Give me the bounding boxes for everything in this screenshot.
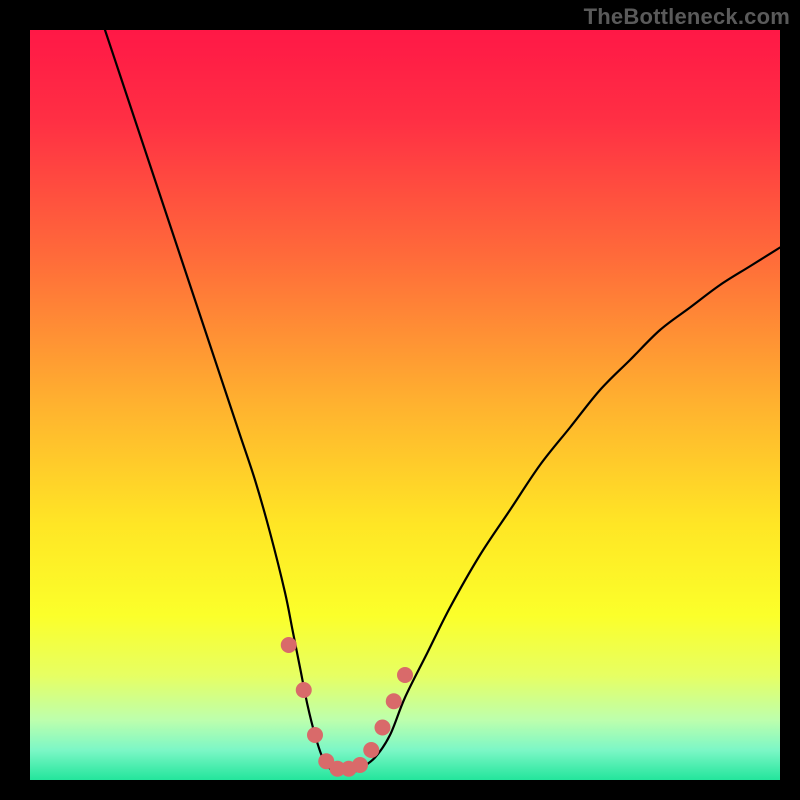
optimal-markers [281, 637, 413, 777]
marker-dot [296, 682, 312, 698]
bottleneck-curve [105, 30, 780, 773]
plot-area [30, 30, 780, 780]
marker-dot [386, 693, 402, 709]
marker-dot [375, 720, 391, 736]
watermark-text: TheBottleneck.com [584, 4, 790, 30]
marker-dot [352, 757, 368, 773]
marker-dot [281, 637, 297, 653]
marker-dot [307, 727, 323, 743]
marker-dot [397, 667, 413, 683]
chart-frame: TheBottleneck.com [0, 0, 800, 800]
curve-layer [30, 30, 780, 780]
marker-dot [363, 742, 379, 758]
